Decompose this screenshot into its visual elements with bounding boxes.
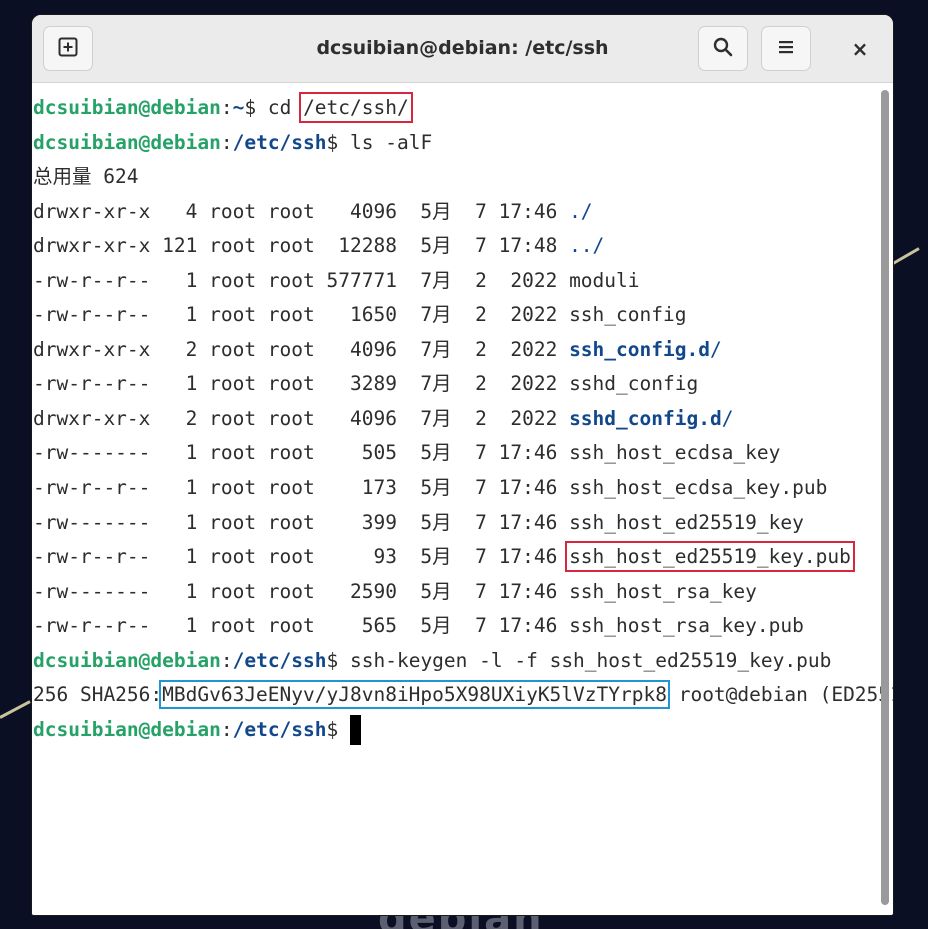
- listing-row-suffix: /: [709, 337, 722, 361]
- listing-row: -rw-r--r-- 1 root root 93 5月 7 17:46 ssh…: [33, 540, 875, 575]
- terminal-scrollbar[interactable]: [881, 90, 889, 905]
- fingerprint-suffix: root@debian (ED25519): [678, 683, 893, 707]
- prompt-path: ~: [232, 96, 245, 119]
- prompt-separator: :: [220, 96, 233, 119]
- fingerprint-prefix: 256 SHA256:: [33, 683, 163, 707]
- listing-row-filename: ssh_host_ecdsa_key: [569, 441, 781, 465]
- background-line-right: [892, 247, 920, 265]
- prompt-user: dcsuibian@debian: [33, 130, 221, 154]
- terminal-window: dcsuibian@debian: /etc/ssh × dcsuibian@d…: [32, 15, 893, 915]
- listing-row: -rw------- 1 root root 399 5月 7 17:46 ss…: [33, 506, 875, 541]
- listing-row-filename: ssh_host_rsa_key: [569, 579, 757, 603]
- listing-row-meta: drwxr-xr-x 2 root root 4096 7月 2 2022: [33, 337, 570, 361]
- prompt-user: dcsuibian@debian: [33, 717, 221, 741]
- listing-row: drwxr-xr-x 2 root root 4096 7月 2 2022 ss…: [33, 333, 875, 368]
- terminal-line-total: 总用量 624: [33, 165, 139, 189]
- listing-row-filename: moduli: [569, 268, 640, 292]
- terminal-output[interactable]: dcsuibian@debian:~$ cd /etc/ssh/ dcsuibi…: [32, 83, 893, 915]
- listing-row-filename: ../: [569, 234, 605, 258]
- listing-row: -rw-r--r-- 1 root root 173 5月 7 17:46 ss…: [33, 471, 875, 506]
- prompt-path: /etc/ssh: [232, 130, 327, 154]
- highlighted-fingerprint-hash: MBdGv63JeENyv/yJ8vn8iHpo5X98UXiyK5lVzTYr…: [159, 680, 670, 710]
- listing-row: -rw-r--r-- 1 root root 1650 7月 2 2022 ss…: [33, 298, 875, 333]
- listing-row-filename: sshd_config: [569, 372, 699, 396]
- close-icon: ×: [851, 36, 869, 61]
- terminal-line-ssh-keygen: dcsuibian@debian:/etc/ssh$ ssh-keygen -l…: [33, 644, 875, 679]
- listing-row: -rw------- 1 root root 505 5月 7 17:46 ss…: [33, 436, 875, 471]
- listing-row-meta: -rw-r--r-- 1 root root 577771 7月 2 2022: [33, 268, 570, 292]
- prompt-separator: :: [220, 130, 233, 154]
- prompt-path: /etc/ssh: [232, 648, 327, 672]
- prompt-separator: :: [220, 717, 233, 741]
- terminal-line-current-prompt: dcsuibian@debian:/etc/ssh$: [33, 713, 875, 748]
- listing-row-meta: -rw------- 1 root root 399 5月 7 17:46: [33, 510, 570, 534]
- listing-row: -rw------- 1 root root 2590 5月 7 17:46 s…: [33, 575, 875, 610]
- listing-row-suffix: /: [721, 406, 734, 430]
- listing-row: -rw-r--r-- 1 root root 565 5月 7 17:46 ss…: [33, 609, 875, 644]
- listing-row: drwxr-xr-x 2 root root 4096 7月 2 2022 ss…: [33, 402, 875, 437]
- terminal-line-ls: dcsuibian@debian:/etc/ssh$ ls -alF: [33, 126, 875, 161]
- listing-row: drwxr-xr-x 121 root root 12288 5月 7 17:4…: [33, 229, 875, 264]
- prompt-dollar: $: [244, 96, 268, 119]
- listing-row-meta: -rw------- 1 root root 505 5月 7 17:46: [33, 441, 570, 465]
- listing-row-meta: -rw-r--r-- 1 root root 173 5月 7 17:46: [33, 476, 570, 500]
- listing-row-filename: ssh_config: [569, 303, 687, 327]
- background-line-left: [0, 700, 31, 719]
- listing-row-meta: -rw------- 1 root root 2590 5月 7 17:46: [33, 579, 570, 603]
- prompt-user: dcsuibian@debian: [33, 96, 221, 119]
- hamburger-menu-icon: [777, 38, 795, 60]
- prompt-separator: :: [220, 648, 233, 672]
- listing-row-meta: -rw-r--r-- 1 root root 93 5月 7 17:46: [33, 545, 570, 569]
- listing-row-filename: ssh_host_ecdsa_key.pub: [569, 476, 828, 500]
- titlebar: dcsuibian@debian: /etc/ssh ×: [32, 15, 893, 83]
- listing-row-meta: -rw-r--r-- 1 root root 3289 7月 2 2022: [33, 372, 570, 396]
- listing-row-meta: -rw-r--r-- 1 root root 565 5月 7 17:46: [33, 614, 570, 638]
- listing-row-filename: ssh_host_rsa_key.pub: [569, 614, 804, 638]
- listing-row-filename: ssh_host_ed25519_key.pub: [565, 541, 855, 573]
- prompt-path: /etc/ssh: [232, 717, 327, 741]
- prompt-dollar: $: [326, 648, 350, 672]
- listing-row-filename: ./: [569, 199, 593, 223]
- search-icon: [712, 36, 734, 62]
- highlighted-path-argument: /etc/ssh/: [299, 92, 413, 123]
- listing-row: -rw-r--r-- 1 root root 3289 7月 2 2022 ss…: [33, 367, 875, 402]
- close-button[interactable]: ×: [837, 26, 883, 71]
- terminal-line-fingerprint: 256 SHA256:MBdGv63JeENyv/yJ8vn8iHpo5X98U…: [33, 678, 893, 713]
- prompt-dollar: $: [326, 717, 350, 741]
- command-text: ls -alF: [350, 130, 433, 154]
- terminal-line-cd: dcsuibian@debian:~$ cd /etc/ssh/: [33, 91, 875, 126]
- menu-button[interactable]: [761, 26, 811, 71]
- command-text: cd: [267, 96, 304, 119]
- prompt-user: dcsuibian@debian: [33, 648, 221, 672]
- listing-row-filename: ssh_config.d: [569, 337, 710, 361]
- listing-row-filename: ssh_host_ed25519_key: [569, 510, 804, 534]
- terminal-cursor: [350, 715, 361, 746]
- listing-row-meta: drwxr-xr-x 121 root root 12288 5月 7 17:4…: [33, 234, 570, 258]
- directory-listing: drwxr-xr-x 4 root root 4096 5月 7 17:46 .…: [33, 195, 875, 644]
- listing-row-meta: drwxr-xr-x 2 root root 4096 7月 2 2022: [33, 406, 570, 430]
- prompt-dollar: $: [326, 130, 350, 154]
- search-button[interactable]: [698, 26, 748, 71]
- command-text: ssh-keygen -l -f ssh_host_ed25519_key.pu…: [350, 648, 832, 672]
- listing-row-meta: -rw-r--r-- 1 root root 1650 7月 2 2022: [33, 303, 570, 327]
- listing-row-meta: drwxr-xr-x 4 root root 4096 5月 7 17:46: [33, 199, 570, 223]
- listing-row-filename: sshd_config.d: [569, 406, 722, 430]
- listing-row: drwxr-xr-x 4 root root 4096 5月 7 17:46 .…: [33, 195, 875, 230]
- listing-row: -rw-r--r-- 1 root root 577771 7月 2 2022 …: [33, 264, 875, 299]
